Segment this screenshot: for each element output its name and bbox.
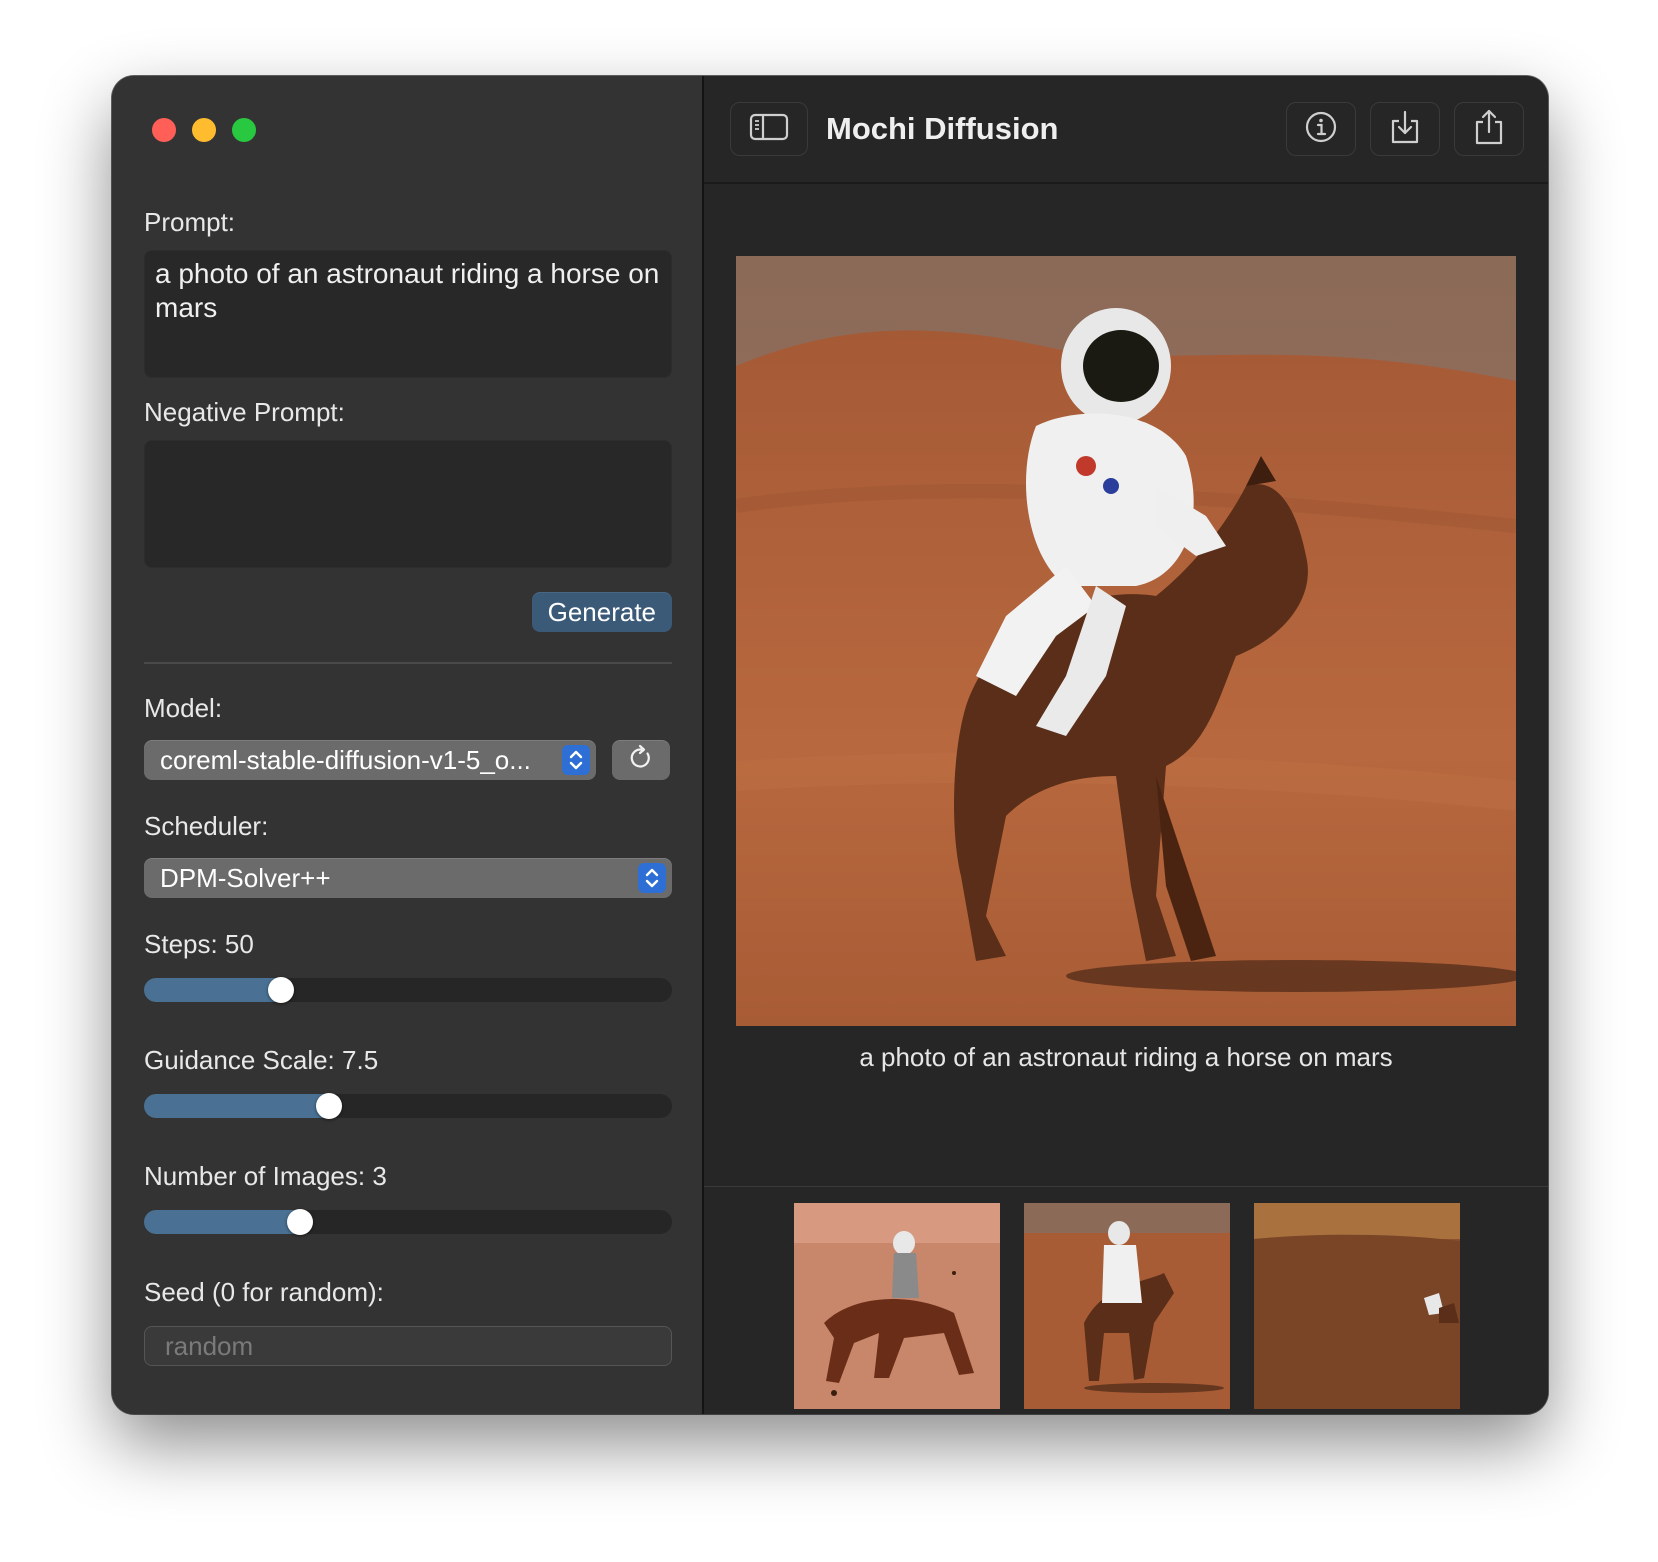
app-window: Prompt: a photo of an astronaut riding a… (112, 76, 1548, 1414)
negative-prompt-input[interactable] (144, 440, 672, 568)
seed-input[interactable]: random (144, 1326, 672, 1366)
model-select[interactable]: coreml-stable-diffusion-v1-5_o... (144, 740, 596, 780)
thumbnail-1[interactable] (794, 1203, 1000, 1409)
share-icon (1473, 108, 1505, 151)
scheduler-select[interactable]: DPM-Solver++ (144, 858, 672, 898)
close-window-button[interactable] (152, 118, 176, 142)
settings-sidebar: Prompt: a photo of an astronaut riding a… (112, 76, 704, 1414)
steps-slider-knob[interactable] (268, 977, 295, 1003)
guidance-scale-slider[interactable] (144, 1093, 672, 1119)
main-panel: Mochi Diffusion a photo of an astronaut … (704, 76, 1548, 1414)
image-canvas: a photo of an astronaut riding a horse o… (704, 184, 1548, 1186)
steps-label: Steps: 50 (144, 929, 254, 959)
scheduler-label: Scheduler: (144, 811, 269, 841)
save-image-button[interactable] (1370, 102, 1440, 156)
seed-placeholder: random (165, 1330, 254, 1361)
scheduler-select-value: DPM-Solver++ (160, 862, 331, 893)
number-of-images-slider[interactable] (144, 1209, 672, 1235)
prompt-label: Prompt: (144, 207, 236, 237)
number-of-images-label: Number of Images: 3 (144, 1161, 387, 1191)
generate-button[interactable]: Generate (531, 592, 672, 632)
model-label: Model: (144, 693, 223, 723)
chevron-up-down-icon (562, 745, 590, 775)
model-select-value: coreml-stable-diffusion-v1-5_o... (160, 744, 531, 775)
number-of-images-slider-fill (144, 1210, 300, 1234)
image-caption: a photo of an astronaut riding a horse o… (859, 1042, 1393, 1072)
maximize-window-button[interactable] (232, 118, 256, 142)
guidance-scale-label: Guidance Scale: 7.5 (144, 1045, 379, 1075)
sidebar-toggle-icon (749, 112, 789, 147)
prompt-input[interactable]: a photo of an astronaut riding a horse o… (144, 250, 672, 378)
refresh-models-button[interactable] (612, 740, 670, 780)
thumbnail-strip (704, 1186, 1548, 1414)
seed-label: Seed (0 for random): (144, 1277, 384, 1307)
generated-image-preview[interactable] (736, 256, 1516, 1026)
negative-prompt-label: Negative Prompt: (144, 397, 345, 427)
chevron-up-down-icon (638, 863, 666, 893)
guidance-slider-fill (144, 1094, 329, 1118)
toolbar: Mochi Diffusion (704, 76, 1548, 184)
number-of-images-slider-knob[interactable] (286, 1209, 313, 1235)
thumbnail-2[interactable] (1024, 1203, 1230, 1409)
guidance-slider-knob[interactable] (315, 1093, 342, 1119)
window-controls (152, 118, 256, 142)
info-button[interactable] (1286, 102, 1356, 156)
refresh-icon (627, 744, 655, 777)
steps-slider[interactable] (144, 977, 672, 1003)
app-title: Mochi Diffusion (826, 111, 1059, 146)
save-download-icon (1389, 109, 1421, 150)
toggle-sidebar-button[interactable] (730, 102, 808, 156)
share-button[interactable] (1454, 102, 1524, 156)
settings-form: Prompt: a photo of an astronaut riding a… (144, 206, 672, 1366)
steps-slider-fill (144, 978, 282, 1002)
thumbnail-3[interactable] (1254, 1203, 1460, 1409)
sidebar-divider (144, 662, 672, 664)
minimize-window-button[interactable] (192, 118, 216, 142)
info-icon (1304, 110, 1338, 149)
